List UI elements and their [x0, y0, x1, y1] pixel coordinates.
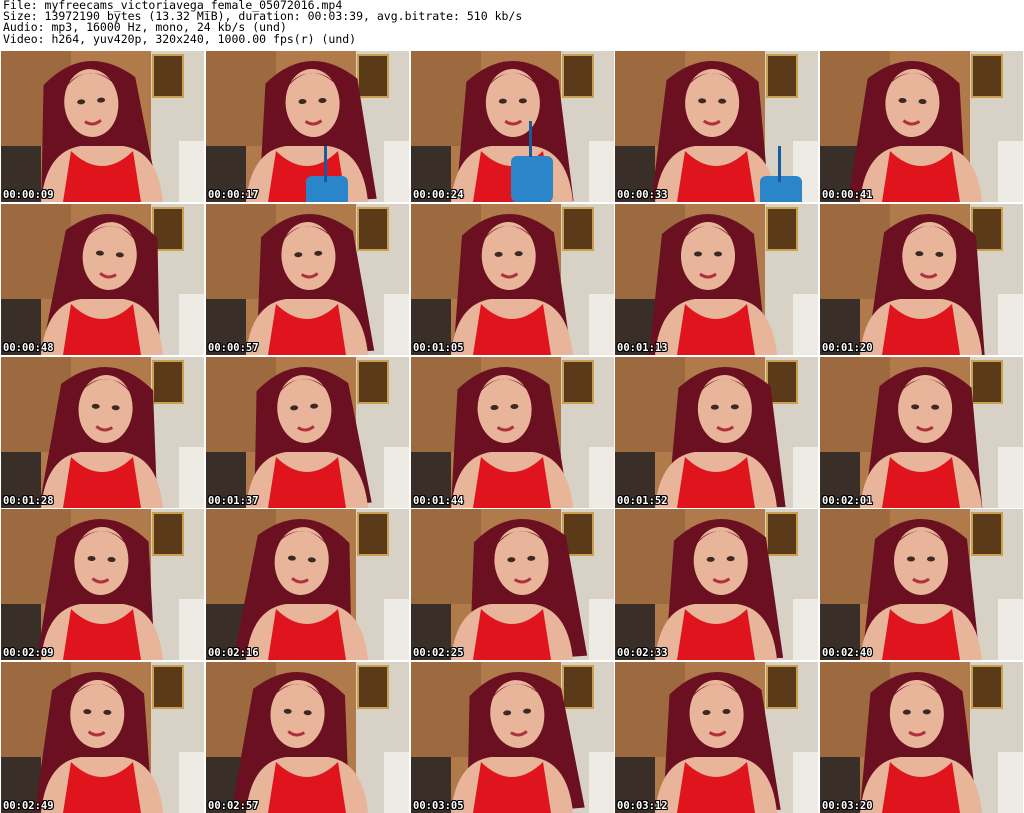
frame-timestamp: 00:00:41 [822, 189, 873, 201]
frame-scene-illustration [206, 509, 409, 660]
video-frame-thumbnail: 00:02:40 [820, 509, 1023, 660]
frame-scene-illustration [1, 204, 204, 355]
video-frame-thumbnail: 00:00:09 [1, 51, 204, 202]
frame-timestamp: 00:02:33 [617, 647, 668, 659]
video-frame-thumbnail: 00:03:12 [615, 662, 818, 813]
frame-timestamp: 00:03:20 [822, 800, 873, 812]
frame-timestamp: 00:01:52 [617, 495, 668, 507]
video-frame-thumbnail: 00:02:33 [615, 509, 818, 660]
video-frame-thumbnail: 00:00:17 [206, 51, 409, 202]
frame-scene-illustration [615, 204, 818, 355]
frame-scene-illustration [206, 662, 409, 813]
video-frame-thumbnail: 00:00:33 [615, 51, 818, 202]
frame-scene-illustration [411, 357, 614, 508]
video-info-line: Video: h264, yuv420p, 320x240, 1000.00 f… [3, 31, 357, 46]
video-frame-thumbnail: 00:01:05 [411, 204, 614, 355]
frame-scene-illustration [820, 662, 1023, 813]
frame-scene-illustration [206, 357, 409, 508]
frame-timestamp: 00:03:12 [617, 800, 668, 812]
frame-timestamp: 00:02:16 [208, 647, 259, 659]
frame-timestamp: 00:00:48 [3, 342, 54, 354]
frame-timestamp: 00:01:05 [413, 342, 464, 354]
video-frame-thumbnail: 00:03:20 [820, 662, 1023, 813]
video-frame-thumbnail: 00:01:28 [1, 357, 204, 508]
frame-scene-illustration [820, 51, 1023, 202]
frame-scene-illustration [206, 204, 409, 355]
frame-timestamp: 00:03:05 [413, 800, 464, 812]
video-frame-thumbnail: 00:01:13 [615, 204, 818, 355]
frame-scene-illustration [411, 509, 614, 660]
frame-scene-illustration [615, 357, 818, 508]
frame-timestamp: 00:02:25 [413, 647, 464, 659]
frame-timestamp: 00:00:09 [3, 189, 54, 201]
video-frame-thumbnail: 00:01:52 [615, 357, 818, 508]
frame-scene-illustration [411, 51, 614, 202]
video-frame-thumbnail: 00:02:01 [820, 357, 1023, 508]
frame-timestamp: 00:00:33 [617, 189, 668, 201]
frame-timestamp: 00:01:37 [208, 495, 259, 507]
frame-scene-illustration [411, 204, 614, 355]
frame-scene-illustration [1, 509, 204, 660]
frame-timestamp: 00:02:57 [208, 800, 259, 812]
video-frame-thumbnail: 00:01:20 [820, 204, 1023, 355]
frame-scene-illustration [206, 51, 409, 202]
video-frame-thumbnail: 00:01:37 [206, 357, 409, 508]
frame-scene-illustration [820, 509, 1023, 660]
video-frame-thumbnail: 00:02:57 [206, 662, 409, 813]
frame-scene-illustration [820, 357, 1023, 508]
video-frame-thumbnail: 00:02:25 [411, 509, 614, 660]
frame-timestamp: 00:01:20 [822, 342, 873, 354]
frame-scene-illustration [411, 662, 614, 813]
frame-scene-illustration [615, 662, 818, 813]
frame-timestamp: 00:01:13 [617, 342, 668, 354]
video-frame-thumbnail: 00:02:16 [206, 509, 409, 660]
video-frame-thumbnail: 00:00:24 [411, 51, 614, 202]
file-info-header: File: myfreecams_victoriavega_female_050… [3, 0, 1021, 50]
video-frame-thumbnail: 00:00:41 [820, 51, 1023, 202]
video-frame-thumbnail: 00:03:05 [411, 662, 614, 813]
frame-timestamp: 00:00:57 [208, 342, 259, 354]
video-frame-thumbnail: 00:00:57 [206, 204, 409, 355]
frame-scene-illustration [820, 204, 1023, 355]
video-frame-thumbnail: 00:00:48 [1, 204, 204, 355]
frame-scene-illustration [615, 509, 818, 660]
frame-scene-illustration [615, 51, 818, 202]
frame-scene-illustration [1, 662, 204, 813]
video-frame-thumbnail: 00:02:49 [1, 662, 204, 813]
frame-timestamp: 00:02:09 [3, 647, 54, 659]
frame-timestamp: 00:00:24 [413, 189, 464, 201]
thumbnail-grid: 00:00:09 00:00:17 00:00:24 00:00:33 00:00:41… [1, 51, 1023, 813]
frame-timestamp: 00:01:44 [413, 495, 464, 507]
frame-timestamp: 00:01:28 [3, 495, 54, 507]
frame-timestamp: 00:02:49 [3, 800, 54, 812]
video-frame-thumbnail: 00:01:44 [411, 357, 614, 508]
frame-timestamp: 00:02:40 [822, 647, 873, 659]
frame-timestamp: 00:02:01 [822, 495, 873, 507]
frame-scene-illustration [1, 51, 204, 202]
frame-timestamp: 00:00:17 [208, 189, 259, 201]
video-frame-thumbnail: 00:02:09 [1, 509, 204, 660]
frame-scene-illustration [1, 357, 204, 508]
